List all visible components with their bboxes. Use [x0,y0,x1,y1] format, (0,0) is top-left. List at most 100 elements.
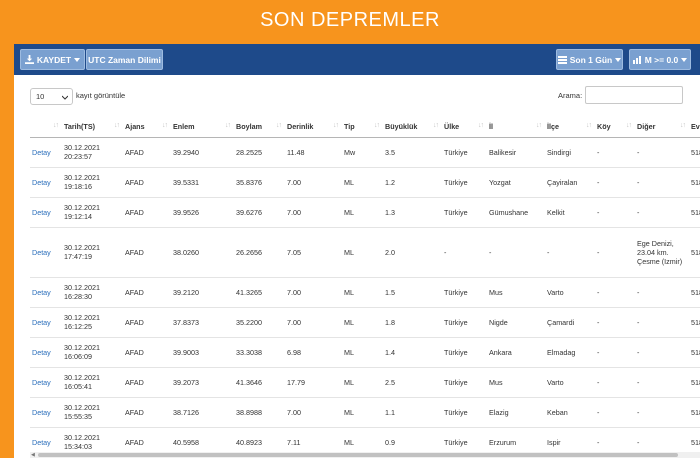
column-header[interactable]: Ülke ↓↑ [442,116,487,138]
cell-lon: 26.2656 [234,227,285,278]
caret-down-icon [74,57,81,62]
cell-village: - [595,397,635,428]
table-row: Detay 30.12.2021 19:18:16 AFAD 39.5331 35.837… [30,167,700,198]
cell-lon: 38.8988 [234,397,285,428]
cell-datetime: 30.12.2021 16:06:09 [62,337,123,368]
save-button-label: KAYDET [36,54,72,65]
column-header[interactable]: Diğer ↓↑ [635,116,689,138]
cell-province: Gümushane [487,197,545,228]
cell-country: Türkiye [442,367,487,398]
cell-datetime: 30.12.2021 15:34:03 [62,427,123,452]
cell-lon: 35.2200 [234,307,285,338]
cell-datetime: 30.12.2021 20:23:57 [62,137,123,168]
sort-icon: ↓↑ [626,122,632,129]
detail-link[interactable]: Detay [30,367,62,398]
scrollbar-thumb[interactable] [38,453,678,457]
bar-chart-icon [632,55,642,64]
column-header[interactable]: Ajans ↓↑ [123,116,171,138]
utc-timezone-button[interactable]: UTC Zaman Dilimi [86,49,163,70]
cell-time: 15:55:35 [64,412,92,421]
column-header-label: Diğer [637,121,656,131]
caret-down-icon [681,57,688,62]
period-filter-label: Son 1 Gün [569,54,613,65]
column-header[interactable]: İl ↓↑ [487,116,545,138]
cell-agency: AFAD [123,367,171,398]
cell-country: Türkiye [442,397,487,428]
cell-time: 19:18:16 [64,182,92,191]
sort-icon: ↓↑ [114,122,120,129]
earthquake-table: ↓↑ Tarih(TS) ↓↑ Ajans ↓↑ Enlem ↓↑ Boylam ↓↑ Derin… [30,116,700,452]
sort-icon: ↓↑ [586,122,592,129]
table-row: Detay 30.12.2021 17:47:19 AFAD 38.0260 26.265… [30,227,700,278]
table-row: Detay 30.12.2021 15:55:35 AFAD 38.7126 38.898… [30,397,700,428]
cell-type: ML [342,427,383,452]
column-header[interactable]: Boylam ↓↑ [234,116,285,138]
cell-datetime: 30.12.2021 19:18:16 [62,167,123,198]
detail-link[interactable]: Detay [30,167,62,198]
cell-date: 30.12.2021 [64,203,100,212]
detail-link[interactable]: Detay [30,227,62,278]
cell-lat: 39.2120 [171,277,234,308]
cell-time: 19:12:14 [64,212,92,221]
page-length-value: 10 [36,92,45,101]
detail-link[interactable]: Detay [30,337,62,368]
sort-icon: ↓↑ [162,122,168,129]
cell-ev: 518 [689,197,700,228]
cell-district: Sindirgi [545,137,595,168]
column-header[interactable]: Tarih(TS) ↓↑ [62,116,123,138]
column-header-label: Büyüklük [385,121,418,131]
cell-country: Türkiye [442,427,487,452]
column-header[interactable]: Derinlik ↓↑ [285,116,342,138]
cell-lon: 28.2525 [234,137,285,168]
column-header[interactable]: Köy ↓↑ [595,116,635,138]
sort-icon: ↓↑ [374,122,380,129]
column-header-label: Ülke [444,121,460,131]
sort-icon: ↓↑ [276,122,282,129]
sort-icon: ↓↑ [478,122,484,129]
cell-lon: 39.6276 [234,197,285,228]
column-header[interactable]: ↓↑ [30,116,62,138]
column-header[interactable]: Büyüklük ↓↑ [383,116,442,138]
table-header-row: ↓↑ Tarih(TS) ↓↑ Ajans ↓↑ Enlem ↓↑ Boylam ↓↑ Derin… [30,116,700,138]
save-button[interactable]: KAYDET [20,49,85,70]
detail-link[interactable]: Detay [30,197,62,228]
detail-link[interactable]: Detay [30,277,62,308]
page-length-select[interactable]: 10 [30,88,73,105]
column-header-label: Ajans [125,121,145,131]
cell-province: Erzurum [487,427,545,452]
cell-agency: AFAD [123,427,171,452]
column-header[interactable]: Tip ↓↑ [342,116,383,138]
horizontal-scrollbar[interactable]: ◀ [30,452,700,458]
cell-date: 30.12.2021 [64,143,100,152]
search-input[interactable] [585,86,683,104]
detail-link[interactable]: Detay [30,397,62,428]
cell-province: Yozgat [487,167,545,198]
cell-mag: 1.8 [383,307,442,338]
cell-other: - [635,307,689,338]
magnitude-filter-button[interactable]: M >= 0.0 [629,49,691,70]
detail-link[interactable]: Detay [30,137,62,168]
column-header[interactable]: İlçe ↓↑ [545,116,595,138]
period-filter-button[interactable]: Son 1 Gün [556,49,623,70]
cell-type: ML [342,227,383,278]
cell-province: Balikesir [487,137,545,168]
cell-date: 30.12.2021 [64,403,100,412]
cell-other: - [635,197,689,228]
cell-time: 20:23:57 [64,152,92,161]
detail-link[interactable]: Detay [30,427,62,452]
magnitude-filter-label: M >= 0.0 [644,54,679,65]
detail-link[interactable]: Detay [30,307,62,338]
column-header[interactable]: Enlem ↓↑ [171,116,234,138]
cell-ev: 518 [689,307,700,338]
cell-village: - [595,197,635,228]
column-header[interactable]: Ev [689,116,700,138]
column-header-label: Tarih(TS) [64,121,96,131]
cell-datetime: 30.12.2021 15:55:35 [62,397,123,428]
table-body: Detay 30.12.2021 20:23:57 AFAD 39.2940 28.252… [30,137,700,452]
cell-depth: 11.48 [285,137,342,168]
cell-other: - [635,167,689,198]
cell-agency: AFAD [123,167,171,198]
scroll-left-arrow-icon[interactable]: ◀ [31,452,35,458]
cell-lat: 38.0260 [171,227,234,278]
cell-province: Nigde [487,307,545,338]
